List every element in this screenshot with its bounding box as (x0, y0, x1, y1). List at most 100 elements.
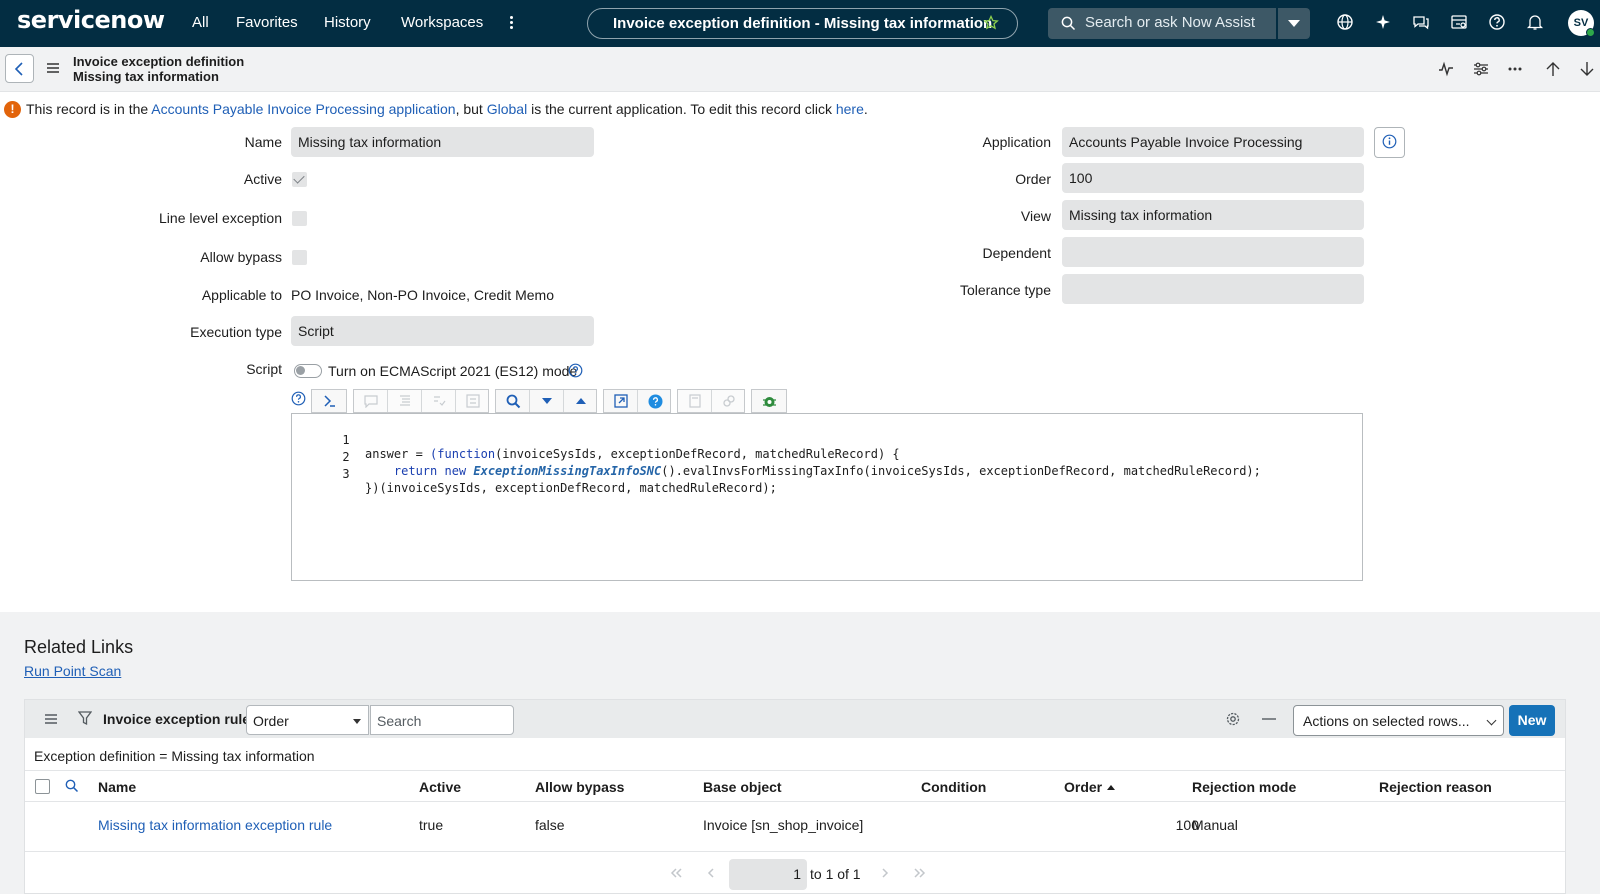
globe-icon[interactable] (1336, 13, 1356, 33)
debug-script-icon[interactable] (752, 390, 786, 412)
replace-button[interactable] (422, 390, 456, 412)
nav-all[interactable]: All (192, 14, 209, 31)
help-icon[interactable] (1488, 13, 1508, 33)
name-label: Name (244, 134, 282, 150)
execution-type-field[interactable]: Script (291, 316, 594, 346)
chevron-left-icon (14, 62, 23, 76)
settings-sliders-icon[interactable] (1473, 61, 1489, 77)
global-link[interactable]: Global (487, 101, 527, 117)
sort-field-select[interactable]: Order (246, 705, 369, 735)
collapse-minus-icon[interactable] (1262, 718, 1276, 720)
favorite-star-icon[interactable] (983, 15, 999, 31)
more-options-icon[interactable] (1508, 67, 1522, 71)
app-suffix-link[interactable]: application (385, 101, 456, 117)
list-settings-gear-icon[interactable] (1225, 711, 1241, 727)
script-toolbar-group-2 (353, 389, 489, 413)
column-order[interactable]: Order (1064, 779, 1102, 795)
form-header: Invoice exception definition Missing tax… (0, 47, 1600, 92)
application-field[interactable]: Accounts Payable Invoice Processing (1062, 127, 1364, 157)
script-help-icon[interactable] (291, 391, 306, 406)
code-text: })(invoiceSysIds, exceptionDefRecord, ma… (365, 481, 777, 495)
record-title-pill[interactable]: Invoice exception definition - Missing t… (587, 8, 1018, 39)
next-page-icon[interactable] (881, 868, 889, 878)
column-rejection-mode[interactable]: Rejection mode (1192, 779, 1296, 795)
sort-ascending-icon (1107, 785, 1115, 790)
notifications-bell-icon[interactable] (1526, 13, 1546, 33)
context-menu-icon[interactable] (47, 63, 59, 73)
script-editor[interactable]: 1 answer = (function(invoiceSysIds, exce… (291, 413, 1363, 581)
activity-icon[interactable] (1438, 61, 1454, 77)
select-all-checkbox[interactable] (35, 779, 50, 794)
script-toolbar-group-6 (751, 389, 787, 413)
list-search-input[interactable]: Search (370, 705, 514, 735)
application-info-button[interactable] (1374, 127, 1405, 158)
now-assist-sparkle-icon[interactable] (1374, 13, 1394, 33)
format-button[interactable] (388, 390, 422, 412)
active-checkbox[interactable] (292, 172, 307, 187)
list-menu-icon[interactable] (45, 714, 57, 724)
column-active[interactable]: Active (419, 779, 461, 795)
previous-page-icon[interactable] (707, 868, 715, 878)
back-button[interactable] (5, 54, 34, 83)
nav-history[interactable]: History (324, 14, 371, 31)
save-script-icon[interactable] (678, 390, 712, 412)
name-field[interactable]: Missing tax information (291, 127, 594, 157)
order-label: Order (1015, 171, 1051, 187)
column-base-object[interactable]: Base object (703, 779, 782, 795)
comment-button[interactable] (354, 390, 388, 412)
pager-range-text: to 1 of 1 (810, 866, 861, 882)
view-field[interactable]: Missing tax information (1062, 200, 1364, 230)
banner-text: . (863, 101, 868, 117)
chat-icon[interactable] (1412, 13, 1432, 33)
search-dropdown-button[interactable] (1278, 8, 1310, 39)
search-code-icon[interactable] (496, 390, 530, 412)
previous-record-arrow-icon[interactable] (1546, 61, 1560, 77)
format-code-button[interactable] (312, 390, 346, 412)
run-point-scan-link[interactable]: Run Point Scan (24, 663, 121, 679)
presence-indicator (1586, 28, 1595, 37)
related-links-title: Related Links (24, 637, 134, 657)
new-button[interactable]: New (1509, 705, 1555, 736)
last-page-icon[interactable] (913, 868, 927, 878)
column-rejection-reason[interactable]: Rejection reason (1379, 779, 1492, 795)
row-base-object: Invoice [sn_shop_invoice] (703, 817, 864, 833)
column-condition[interactable]: Condition (921, 779, 986, 795)
first-page-icon[interactable] (669, 868, 683, 878)
es12-help-icon[interactable] (568, 363, 583, 378)
inbox-icon[interactable] (1450, 13, 1470, 33)
user-avatar[interactable]: SV (1568, 10, 1595, 37)
list-header: Invoice exception rules Order Search Act… (25, 700, 1565, 738)
line-level-exception-checkbox[interactable] (292, 211, 307, 226)
nav-favorites[interactable]: Favorites (236, 14, 298, 31)
global-search-input[interactable]: Search or ask Now Assist (1048, 8, 1276, 39)
column-name[interactable]: Name (98, 779, 136, 795)
es12-toggle[interactable] (294, 364, 322, 378)
more-menu-icon[interactable] (510, 16, 514, 30)
actions-select[interactable]: Actions on selected rows... (1293, 705, 1504, 736)
here-link[interactable]: here (836, 101, 864, 117)
replace-all-button[interactable] (456, 390, 490, 412)
nav-workspaces[interactable]: Workspaces (401, 14, 483, 31)
filter-icon[interactable] (78, 711, 92, 726)
tolerance-type-field[interactable] (1062, 274, 1364, 304)
page-number-input[interactable]: 1 (729, 859, 807, 890)
row-name-link[interactable]: Missing tax information exception rule (98, 817, 332, 833)
next-record-arrow-icon[interactable] (1580, 61, 1594, 77)
script-info-icon[interactable] (638, 390, 672, 412)
column-header-row: Name Active Allow bypass Base object Con… (25, 770, 1565, 802)
row-order: 100 (1175, 817, 1199, 833)
servicenow-logo[interactable]: servicenow (17, 6, 165, 34)
filter-breadcrumb[interactable]: Exception definition = Missing tax infor… (34, 748, 315, 764)
column-search-icon[interactable] (65, 779, 79, 793)
allow-bypass-checkbox[interactable] (292, 250, 307, 265)
app-link[interactable]: Accounts Payable Invoice Processing (151, 101, 384, 117)
order-field[interactable]: 100 (1062, 163, 1364, 193)
line-number: 3 (342, 467, 350, 481)
find-previous-icon[interactable] (564, 390, 598, 412)
line-number: 2 (342, 450, 350, 464)
dependent-field[interactable] (1062, 237, 1364, 267)
link-script-icon[interactable] (712, 390, 746, 412)
column-allow-bypass[interactable]: Allow bypass (535, 779, 624, 795)
find-next-icon[interactable] (530, 390, 564, 412)
fullscreen-icon[interactable] (604, 390, 638, 412)
